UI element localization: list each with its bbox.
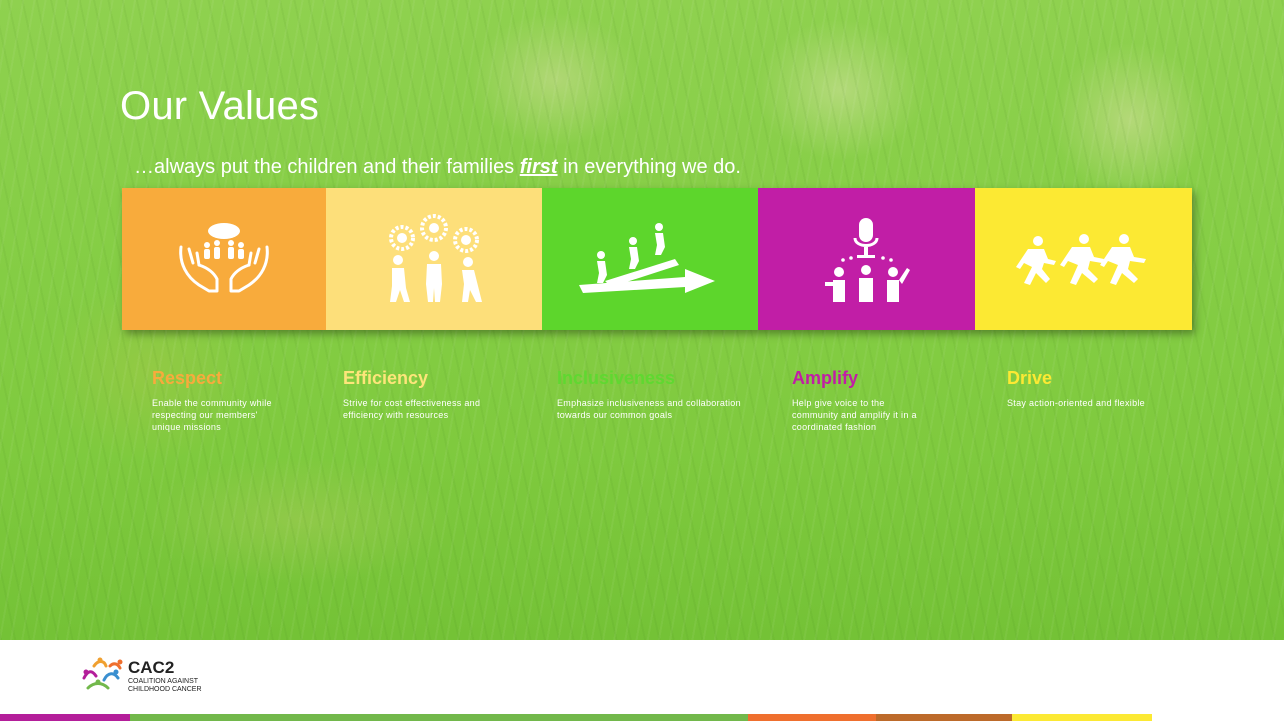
value-inclusiveness: Inclusiveness Emphasize inclusiveness an… — [557, 368, 747, 421]
logo-subtitle-line-2: CHILDHOOD CANCER — [128, 686, 202, 693]
value-description-amplify: Help give voice to the community and amp… — [792, 398, 917, 432]
value-title-respect: Respect — [152, 368, 223, 388]
tile-inclusiveness — [542, 188, 758, 330]
slide: Our Values …always put the children and … — [0, 0, 1284, 721]
running-people-icon — [1015, 234, 1146, 285]
value-description-inclusiveness: Emphasize inclusiveness and collaboratio… — [557, 398, 741, 420]
color-bar-magenta — [0, 714, 130, 721]
value-efficiency: Efficiency Strive for cost effectiveness… — [343, 368, 533, 421]
tile-amplify — [758, 188, 975, 330]
color-bar-yellow — [1012, 714, 1152, 721]
logo-name: CAC2 — [128, 658, 175, 677]
tile-efficiency — [326, 188, 542, 330]
value-description-respect: Enable the community while respecting ou… — [152, 398, 272, 432]
microphone-people-icon — [824, 218, 910, 302]
logo-subtitle: COALITION AGAINST CHILDHOOD CANCER — [128, 678, 248, 694]
tile-drive — [975, 188, 1192, 330]
cac2-figures-icon — [82, 657, 123, 690]
value-drive: Drive Stay action-oriented and flexible — [1007, 368, 1197, 409]
hands-holding-people-icon — [179, 223, 269, 293]
value-tiles — [122, 188, 1192, 330]
color-bar-orange — [748, 714, 876, 721]
people-gears-icon — [389, 214, 482, 302]
subtitle-emphasis: first — [519, 156, 558, 178]
value-title-drive: Drive — [1007, 368, 1053, 388]
slide-subtitle: …always put the children and their famil… — [134, 156, 741, 179]
color-bar-green — [130, 714, 748, 721]
subtitle-text-start: …always put the children and their famil… — [134, 156, 520, 178]
subtitle-text-end: in everything we do. — [557, 156, 741, 178]
value-title-efficiency: Efficiency — [343, 368, 429, 388]
logo-subtitle-line-1: COALITION AGAINST — [128, 678, 199, 685]
value-title-inclusiveness: Inclusiveness — [557, 368, 676, 388]
color-bar-brown — [876, 714, 1012, 721]
slide-title: Our Values — [120, 84, 320, 128]
value-respect: Respect Enable the community while respe… — [152, 368, 342, 433]
value-amplify: Amplify Help give voice to the community… — [792, 368, 982, 433]
tile-respect — [122, 188, 326, 330]
value-description-drive: Stay action-oriented and flexible — [1007, 398, 1145, 408]
value-title-amplify: Amplify — [792, 368, 859, 388]
people-climbing-arrow-icon — [579, 223, 715, 293]
value-description-efficiency: Strive for cost effectiveness and effici… — [343, 398, 481, 420]
footer: CAC2 COALITION AGAINST CHILDHOOD CANCER — [0, 640, 1284, 714]
cac2-logo: CAC2 COALITION AGAINST CHILDHOOD CANCER — [80, 656, 280, 696]
